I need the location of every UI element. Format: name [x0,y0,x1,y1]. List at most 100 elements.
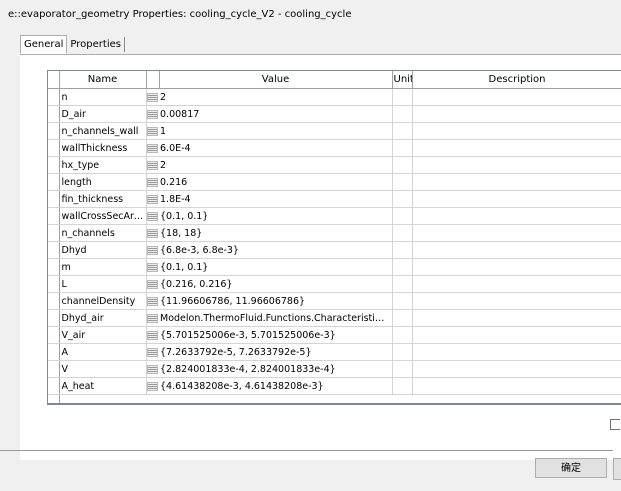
param-value-cell[interactable]: 2 [159,156,393,174]
list-icon[interactable] [147,330,159,340]
value-edit-cell[interactable] [146,275,159,293]
list-icon[interactable] [147,228,159,238]
value-edit-cell[interactable] [146,258,159,276]
value-edit-cell[interactable] [146,190,159,208]
row-header[interactable] [48,207,60,225]
param-unit-cell[interactable] [392,139,413,157]
param-description-cell[interactable] [412,224,621,242]
param-name-cell[interactable]: wallThickness [59,139,147,157]
list-icon[interactable] [147,296,159,306]
param-unit-cell[interactable] [392,326,413,344]
param-unit-cell[interactable] [392,275,413,293]
table-row[interactable]: Dhyd {6.8e-3, 6.8e-3} [48,241,621,259]
table-row[interactable]: Dhyd_air Modelon.ThermoFluid.Functions.Ch… [48,309,621,327]
param-name-cell[interactable]: Dhyd [59,241,147,259]
param-description-cell[interactable] [412,88,621,106]
param-description-cell[interactable] [412,190,621,208]
column-header-description[interactable]: Description [412,71,621,89]
list-icon[interactable] [147,143,159,153]
param-value-cell[interactable]: Modelon.ThermoFluid.Functions.Characteri… [159,309,393,327]
param-description-cell[interactable] [412,156,621,174]
table-row[interactable]: V {2.824001833e-4, 2.824001833e-4} [48,360,621,378]
list-icon[interactable] [147,160,159,170]
table-row[interactable]: V_air {5.701525006e-3, 5.701525006e-3} [48,326,621,344]
value-edit-cell[interactable] [146,224,159,242]
param-value-cell[interactable]: {6.8e-3, 6.8e-3} [159,241,393,259]
param-unit-cell[interactable] [392,292,413,310]
column-header-unit[interactable]: Unit [392,71,413,89]
row-header[interactable] [48,156,60,174]
row-header[interactable] [48,275,60,293]
list-icon[interactable] [147,245,159,255]
list-icon[interactable] [147,92,159,102]
param-unit-cell[interactable] [392,241,413,259]
tab-properties[interactable]: Properties [67,37,125,52]
row-header[interactable] [48,309,60,327]
param-name-cell[interactable]: channelDensity [59,292,147,310]
param-value-cell[interactable]: {0.1, 0.1} [159,207,393,225]
param-unit-cell[interactable] [392,309,413,327]
param-value-cell[interactable]: {18, 18} [159,224,393,242]
param-name-cell[interactable]: A_heat [59,377,147,395]
param-name-cell[interactable]: V [59,360,147,378]
param-value-cell[interactable]: 2 [159,88,393,106]
option-checkbox[interactable] [610,419,620,430]
list-icon[interactable] [147,126,159,136]
param-unit-cell[interactable] [392,156,413,174]
param-description-cell[interactable] [412,360,621,378]
param-unit-cell[interactable] [392,88,413,106]
row-header[interactable] [48,343,60,361]
value-edit-cell[interactable] [146,292,159,310]
param-name-cell[interactable]: n_channels [59,224,147,242]
param-description-cell[interactable] [412,105,621,123]
param-name-cell[interactable]: m [59,258,147,276]
param-value-cell[interactable]: 1 [159,122,393,140]
list-icon[interactable] [147,279,159,289]
param-unit-cell[interactable] [392,122,413,140]
param-unit-cell[interactable] [392,190,413,208]
param-value-cell[interactable]: 0.216 [159,173,393,191]
param-value-cell[interactable]: {11.96606786, 11.96606786} [159,292,393,310]
param-value-cell[interactable]: {5.701525006e-3, 5.701525006e-3} [159,326,393,344]
value-edit-cell[interactable] [146,207,159,225]
param-description-cell[interactable] [412,122,621,140]
ok-button[interactable]: 确定 [535,458,607,478]
list-icon[interactable] [147,194,159,204]
value-edit-cell[interactable] [146,241,159,259]
param-name-cell[interactable]: Dhyd_air [59,309,147,327]
tab-general[interactable]: General [20,35,68,54]
param-unit-cell[interactable] [392,377,413,395]
table-row[interactable]: fin_thickness 1.8E-4 [48,190,621,208]
value-edit-cell[interactable] [146,156,159,174]
list-icon[interactable] [147,313,159,323]
list-icon[interactable] [147,347,159,357]
param-value-cell[interactable]: {0.216, 0.216} [159,275,393,293]
value-edit-cell[interactable] [146,88,159,106]
value-edit-cell[interactable] [146,122,159,140]
table-row[interactable]: A_heat {4.61438208e-3, 4.61438208e-3} [48,377,621,395]
param-unit-cell[interactable] [392,105,413,123]
table-row[interactable]: A {7.2633792e-5, 7.2633792e-5} [48,343,621,361]
param-value-cell[interactable]: {7.2633792e-5, 7.2633792e-5} [159,343,393,361]
param-unit-cell[interactable] [392,207,413,225]
row-header[interactable] [48,122,60,140]
table-row[interactable]: n_channels_wall 1 [48,122,621,140]
value-edit-cell[interactable] [146,377,159,395]
param-unit-cell[interactable] [392,360,413,378]
param-description-cell[interactable] [412,241,621,259]
param-name-cell[interactable]: fin_thickness [59,190,147,208]
param-description-cell[interactable] [412,258,621,276]
column-header-value[interactable]: Value [159,71,393,89]
param-description-cell[interactable] [412,326,621,344]
param-name-cell[interactable]: L [59,275,147,293]
param-description-cell[interactable] [412,207,621,225]
value-edit-cell[interactable] [146,343,159,361]
value-edit-cell[interactable] [146,139,159,157]
param-description-cell[interactable] [412,173,621,191]
row-header[interactable] [48,190,60,208]
param-description-cell[interactable] [412,275,621,293]
row-header[interactable] [48,224,60,242]
table-row[interactable]: wallThickness 6.0E-4 [48,139,621,157]
table-row[interactable]: wallCrossSecArea {0.1, 0.1} [48,207,621,225]
param-unit-cell[interactable] [392,173,413,191]
